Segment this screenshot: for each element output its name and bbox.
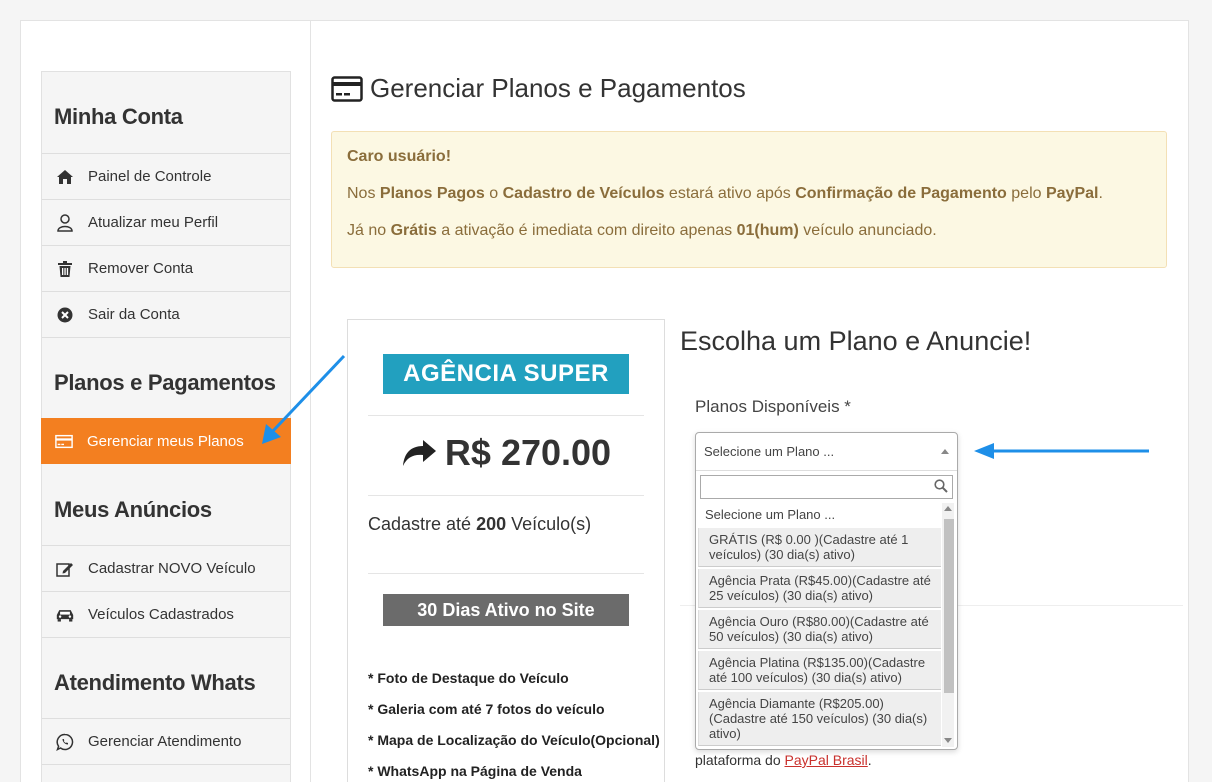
divider bbox=[368, 495, 644, 496]
feature-item: * WhatsApp na Página de Venda bbox=[368, 763, 582, 779]
sidebar-item-painel[interactable]: Painel de Controle bbox=[42, 154, 290, 200]
alert-line-2: Já no Grátis a ativação é imediata com d… bbox=[347, 222, 937, 239]
plan-options-list: Selecione um Plano ... GRÁTIS (R$ 0.00 )… bbox=[696, 503, 941, 747]
scroll-up-icon[interactable] bbox=[944, 506, 952, 511]
sidebar-item-label: Gerenciar Atendimento bbox=[88, 733, 242, 750]
plan-option[interactable]: Agência Diamante (R$205.00)(Cadastre até… bbox=[698, 692, 941, 746]
plan-search bbox=[700, 475, 953, 499]
divider bbox=[368, 573, 644, 574]
plan-option[interactable]: Agência Prata (R$45.00)(Cadastre até 25 … bbox=[698, 569, 941, 608]
page-title-text: Gerenciar Planos e Pagamentos bbox=[370, 73, 746, 103]
info-alert: Caro usuário! Nos Planos Pagos o Cadastr… bbox=[331, 131, 1167, 268]
section-title-minha-conta: Minha Conta bbox=[54, 104, 183, 129]
options-scrollbar[interactable] bbox=[942, 503, 954, 747]
plan-option[interactable]: Selecione um Plano ... bbox=[696, 503, 941, 526]
whatsapp-icon bbox=[56, 733, 74, 751]
home-icon bbox=[56, 168, 74, 186]
car-icon bbox=[56, 606, 74, 624]
sidebar-item-label: Cadastrar NOVO Veículo bbox=[88, 560, 256, 577]
plan-name-badge: AGÊNCIA SUPER bbox=[383, 354, 629, 394]
trash-icon bbox=[56, 260, 74, 278]
sidebar-item-sair[interactable]: Sair da Conta bbox=[42, 292, 290, 338]
sidebar-list-account: Painel de Controle Atualizar meu Perfil … bbox=[42, 153, 290, 338]
feature-item: * Foto de Destaque do Veículo bbox=[368, 670, 569, 686]
plan-select-value: Selecione um Plano ... bbox=[704, 444, 835, 459]
sidebar-panel: Minha Conta Painel de Controle Atualizar… bbox=[20, 20, 311, 782]
sidebar-item-veiculos[interactable]: Veículos Cadastrados bbox=[42, 592, 290, 638]
plan-option[interactable]: GRÁTIS (R$ 0.00 )(Cadastre até 1 veículo… bbox=[698, 528, 941, 567]
section-title-anuncios: Meus Anúncios bbox=[54, 497, 212, 522]
sidebar-item-cadastrar[interactable]: Cadastrar NOVO Veículo bbox=[42, 546, 290, 592]
sidebar: Minha Conta Painel de Controle Atualizar… bbox=[41, 71, 291, 782]
scroll-thumb[interactable] bbox=[944, 519, 954, 693]
feature-item: * Mapa de Localização do Veículo(Opciona… bbox=[368, 732, 660, 748]
sidebar-item-label: Remover Conta bbox=[88, 260, 194, 277]
scroll-down-icon[interactable] bbox=[944, 738, 952, 743]
plan-search-input[interactable] bbox=[701, 476, 952, 498]
divider bbox=[368, 415, 644, 416]
share-arrow-icon bbox=[402, 440, 436, 466]
plan-days-badge: 30 Dias Ativo no Site bbox=[383, 594, 629, 626]
credit-card-icon bbox=[55, 432, 73, 450]
page-title: Gerenciar Planos e Pagamentos bbox=[331, 73, 746, 104]
alert-heading: Caro usuário! bbox=[347, 148, 452, 165]
search-icon bbox=[934, 479, 948, 498]
alert-line-1: Nos Planos Pagos o Cadastro de Veículos … bbox=[347, 185, 1103, 202]
paypal-text: plataforma do PayPal Brasil. bbox=[695, 752, 872, 768]
choose-plan-title: Escolha um Plano e Anuncie! bbox=[680, 326, 1032, 356]
sidebar-item-label: Gerenciar meus Planos bbox=[87, 432, 244, 450]
section-title-planos: Planos e Pagamentos bbox=[54, 370, 276, 395]
sidebar-item-label: Atualizar meu Perfil bbox=[88, 214, 219, 231]
sidebar-item-label: Veículos Cadastrados bbox=[88, 606, 234, 623]
plan-option[interactable]: Agência Ouro (R$80.00)(Cadastre até 50 v… bbox=[698, 610, 941, 649]
sidebar-item-label: Painel de Controle bbox=[88, 168, 212, 185]
sidebar-item-perfil[interactable]: Atualizar meu Perfil bbox=[42, 200, 290, 246]
plan-select[interactable]: Selecione um Plano ... bbox=[696, 433, 957, 471]
section-title-whats: Atendimento Whats bbox=[54, 670, 256, 695]
paypal-link[interactable]: PayPal Brasil bbox=[785, 752, 868, 768]
sidebar-item-atendimento[interactable]: Gerenciar Atendimento bbox=[42, 719, 290, 765]
sidebar-item-remover[interactable]: Remover Conta bbox=[42, 246, 290, 292]
sidebar-item-gerenciar-planos[interactable]: Gerenciar meus Planos bbox=[41, 418, 291, 464]
plan-price: R$ 270.00 bbox=[348, 432, 664, 474]
sidebar-item-label: Sair da Conta bbox=[88, 306, 180, 323]
plan-option[interactable]: Agência Platina (R$135.00)(Cadastre até … bbox=[698, 651, 941, 690]
credit-card-icon bbox=[331, 75, 363, 102]
sidebar-list-whats: Gerenciar Atendimento bbox=[42, 718, 290, 765]
close-circle-icon bbox=[56, 306, 74, 324]
sidebar-list-planos: Gerenciar meus Planos bbox=[41, 418, 291, 464]
plan-features: * Foto de Destaque do Veículo * Galeria … bbox=[368, 670, 660, 782]
plan-limit: Cadastre até 200 Veículo(s) bbox=[368, 514, 592, 534]
sidebar-list-anuncios: Cadastrar NOVO Veículo Veículos Cadastra… bbox=[42, 545, 290, 638]
plan-select-dropdown[interactable]: Selecione um Plano ... Selecione um Plan… bbox=[695, 432, 958, 750]
plan-card: AGÊNCIA SUPER R$ 270.00 Cadastre até 200… bbox=[347, 319, 665, 782]
edit-icon bbox=[56, 560, 74, 578]
user-icon bbox=[56, 213, 74, 232]
caret-up-icon bbox=[941, 449, 949, 454]
main-panel: Gerenciar Planos e Pagamentos Caro usuár… bbox=[311, 20, 1189, 782]
plans-label: Planos Disponíveis * bbox=[695, 397, 851, 416]
feature-item: * Galeria com até 7 fotos do veículo bbox=[368, 701, 605, 717]
